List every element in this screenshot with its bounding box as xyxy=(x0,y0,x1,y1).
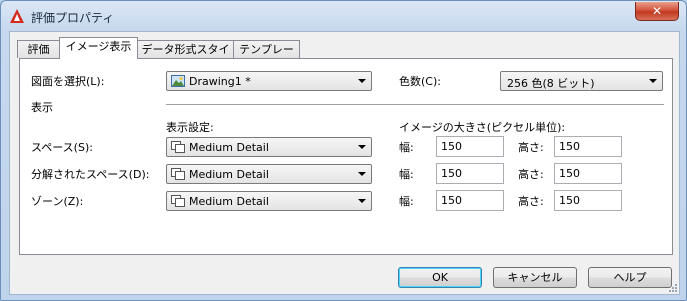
close-icon: ✕ xyxy=(651,4,663,18)
ok-button[interactable]: OK xyxy=(398,267,482,288)
chevron-down-icon xyxy=(358,172,366,176)
zone-width-input[interactable]: 150 xyxy=(436,190,504,211)
title-bar[interactable]: 評価プロパティ ✕ xyxy=(1,1,686,31)
chevron-down-icon xyxy=(358,199,366,203)
window-title: 評価プロパティ xyxy=(31,11,115,25)
tab-image-display[interactable]: イメージ表示 xyxy=(59,37,138,59)
color-count-label: 色数(C): xyxy=(399,75,441,88)
exploded-space-label: 分解されたスペース(D): xyxy=(31,168,150,181)
space-height-label: 高さ: xyxy=(518,141,544,154)
display-detail-icon xyxy=(171,141,185,153)
exploded-space-height-label: 高さ: xyxy=(518,168,544,181)
image-display-panel: 図面を選択(L): Drawing1 * 色数(C): 256 色(8 ビット)… xyxy=(19,58,673,255)
select-drawing-label: 図面を選択(L): xyxy=(31,75,105,88)
exploded-space-width-input[interactable]: 150 xyxy=(436,163,504,184)
zone-detail-select[interactable]: Medium Detail xyxy=(166,191,372,211)
help-button[interactable]: ヘルプ xyxy=(588,267,672,288)
space-width-label: 幅: xyxy=(399,141,414,154)
zone-height-input[interactable]: 150 xyxy=(554,190,622,211)
tab-data-format-style[interactable]: データ形式スタイル xyxy=(137,40,234,73)
space-height-input[interactable]: 150 xyxy=(554,136,622,157)
zone-width-label: 幅: xyxy=(399,195,414,208)
exploded-space-detail-select[interactable]: Medium Detail xyxy=(166,164,372,184)
display-section-label: 表示 xyxy=(31,101,53,114)
color-count-select[interactable]: 256 色(8 ビット) xyxy=(500,71,663,91)
app-logo-icon xyxy=(10,9,24,23)
display-settings-header: 表示設定: xyxy=(166,121,214,134)
zone-label: ゾーン(Z): xyxy=(31,195,84,208)
exploded-space-width-label: 幅: xyxy=(399,168,414,181)
chevron-down-icon xyxy=(649,79,657,83)
section-divider xyxy=(166,104,664,105)
chevron-down-icon xyxy=(358,79,366,83)
drawing-value: Drawing1 * xyxy=(189,75,251,88)
tab-template[interactable]: テンプレート xyxy=(233,40,300,73)
color-count-value: 256 色(8 ビット) xyxy=(507,77,595,90)
drawing-icon xyxy=(171,75,185,87)
cancel-button[interactable]: キャンセル xyxy=(493,267,577,288)
display-detail-icon xyxy=(171,168,185,180)
close-button[interactable]: ✕ xyxy=(635,2,679,21)
chevron-down-icon xyxy=(358,145,366,149)
display-detail-icon xyxy=(171,195,185,207)
dialog-client: 評価 イメージ表示 データ形式スタイル テンプレート 図面を選択(L): Dra… xyxy=(9,31,680,295)
space-detail-select[interactable]: Medium Detail xyxy=(166,137,372,157)
drawing-select[interactable]: Drawing1 * xyxy=(166,71,372,91)
exploded-space-detail-value: Medium Detail xyxy=(189,168,269,181)
image-size-header: イメージの大きさ(ピクセル単位): xyxy=(399,121,566,134)
tab-evaluation[interactable]: 評価 xyxy=(17,40,60,58)
space-width-input[interactable]: 150 xyxy=(436,136,504,157)
exploded-space-height-input[interactable]: 150 xyxy=(554,163,622,184)
space-detail-value: Medium Detail xyxy=(189,141,269,154)
dialog-window: 評価プロパティ ✕ 評価 イメージ表示 データ形式スタイル テンプレート 図面を… xyxy=(0,0,687,301)
space-label: スペース(S): xyxy=(31,141,93,154)
resize-grip-icon[interactable] xyxy=(667,282,677,292)
zone-detail-value: Medium Detail xyxy=(189,195,269,208)
zone-height-label: 高さ: xyxy=(518,195,544,208)
